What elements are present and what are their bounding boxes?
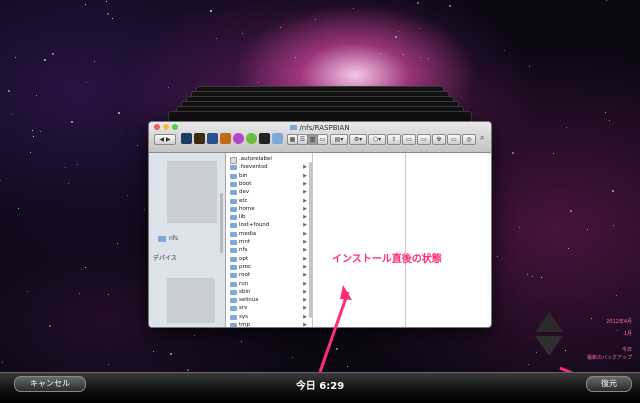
- time-machine-back-arrow[interactable]: [535, 312, 563, 332]
- cancel-button[interactable]: キャンセル: [14, 376, 86, 392]
- restore-button[interactable]: 復元: [586, 376, 632, 392]
- current-time-label: 今日 6:29: [295, 381, 345, 392]
- timeline-label-4[interactable]: 最新のバックアップ: [587, 354, 632, 361]
- timeline-label-3[interactable]: 今日: [622, 346, 632, 353]
- timeline-label-2[interactable]: 1月: [624, 330, 632, 337]
- time-machine-forward-arrow[interactable]: [535, 336, 563, 356]
- time-machine-bottom-bar: キャンセル 今日 6:29 復元: [0, 372, 640, 403]
- timeline-label-1[interactable]: 2012年4月: [606, 318, 632, 325]
